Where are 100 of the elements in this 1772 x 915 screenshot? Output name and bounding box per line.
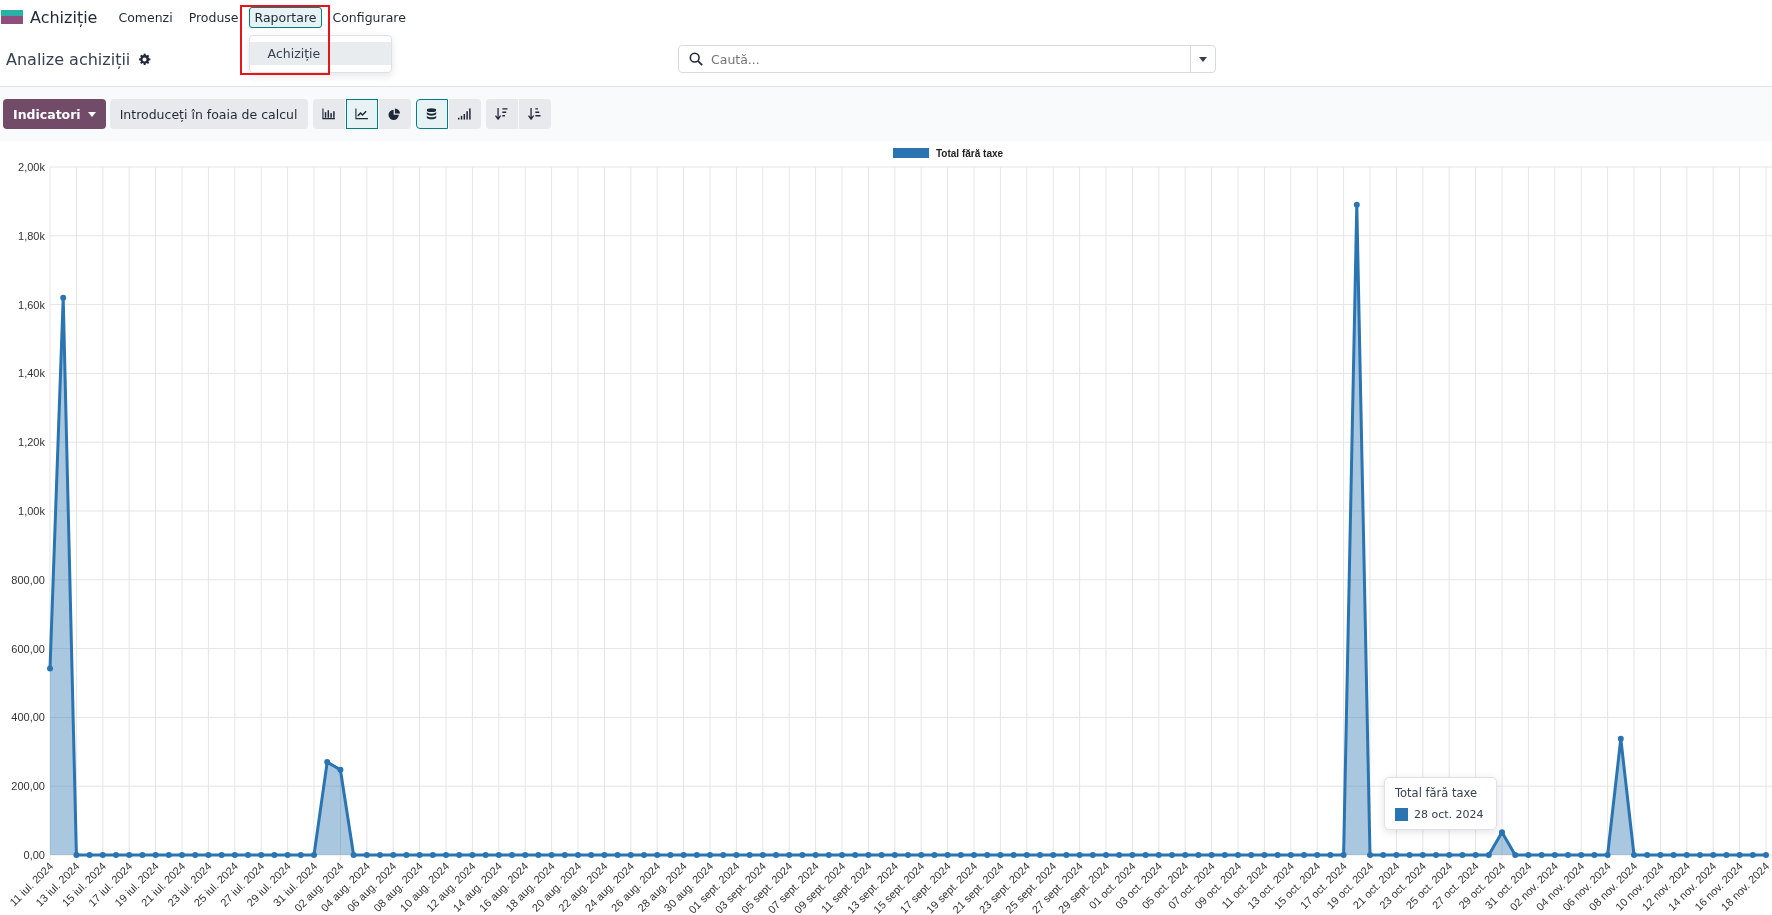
data-point[interactable] [1459,852,1466,858]
data-point[interactable] [588,852,595,858]
data-point[interactable] [350,852,357,858]
data-point[interactable] [258,852,265,858]
data-point[interactable] [456,852,463,858]
data-point[interactable] [1248,852,1255,858]
data-point[interactable] [746,852,753,858]
data-point[interactable] [337,766,344,773]
data-point[interactable] [390,852,397,858]
data-point[interactable] [152,852,159,858]
data-point[interactable] [1010,852,1017,858]
data-point[interactable] [1472,852,1479,858]
data-point[interactable] [680,852,687,858]
data-point[interactable] [1169,852,1175,858]
data-point[interactable] [1353,201,1360,208]
data-point[interactable] [1406,852,1413,858]
data-point[interactable] [971,852,977,858]
data-point[interactable] [799,852,806,858]
data-point[interactable] [601,852,608,858]
data-point[interactable] [139,852,146,858]
data-point[interactable] [1723,852,1730,858]
data-point[interactable] [482,852,489,858]
data-point[interactable] [733,852,740,858]
bar-view-button[interactable] [312,99,345,129]
data-point[interactable] [1485,852,1492,858]
data-point[interactable] [1063,852,1070,858]
data-point[interactable] [324,759,331,766]
insert-spreadsheet-button[interactable]: Introduceți în foaia de calcul [109,99,308,129]
data-point[interactable] [627,852,634,858]
menu-item[interactable]: Comenzi [112,6,179,28]
data-point[interactable] [1261,852,1268,858]
data-point[interactable] [641,852,647,858]
pie-view-button[interactable] [378,99,411,129]
data-point[interactable] [878,852,885,858]
data-point[interactable] [786,852,793,858]
data-point[interactable] [1129,852,1136,858]
data-point[interactable] [1749,852,1756,858]
data-point[interactable] [614,852,621,858]
data-point[interactable] [1446,852,1453,858]
menu-item[interactable]: Produse [182,6,245,28]
data-point[interactable] [231,852,238,858]
measures-button[interactable]: Indicatori [3,99,106,129]
data-point[interactable] [60,294,67,301]
stacked-view-button[interactable] [415,99,448,129]
data-point[interactable] [1565,852,1571,858]
cumulative-view-button[interactable] [448,99,481,129]
data-point[interactable] [1736,852,1743,858]
search-field[interactable]: Caută... [678,45,1216,73]
data-point[interactable] [1710,852,1717,858]
data-point[interactable] [918,852,925,858]
data-point[interactable] [1274,852,1281,858]
data-point[interactable] [825,852,832,858]
data-point[interactable] [773,852,779,858]
gear-icon[interactable] [138,52,152,66]
data-point[interactable] [113,852,119,858]
data-point[interactable] [1155,852,1162,858]
data-point[interactable] [984,852,991,858]
data-point[interactable] [86,852,93,858]
data-point[interactable] [1287,852,1294,858]
menu-item[interactable]: Raportare [248,6,323,28]
data-point[interactable] [284,852,291,858]
data-point[interactable] [891,852,898,858]
data-point[interactable] [495,852,502,858]
data-point[interactable] [1578,852,1585,858]
data-point[interactable] [1340,852,1347,858]
data-point[interactable] [1076,852,1083,858]
data-point[interactable] [469,852,476,858]
data-point[interactable] [1023,852,1030,858]
data-point[interactable] [1380,852,1387,858]
data-point[interactable] [1221,852,1228,858]
dropdown-item[interactable]: Achiziție [249,41,391,65]
data-point[interactable] [1314,852,1321,858]
data-point[interactable] [1538,852,1545,858]
data-point[interactable] [575,852,581,858]
data-point[interactable] [1142,852,1149,858]
data-point[interactable] [192,852,199,858]
data-point[interactable] [1499,829,1505,836]
data-point[interactable] [205,852,212,858]
data-point[interactable] [548,852,555,858]
data-point[interactable] [1604,852,1611,858]
data-point[interactable] [865,852,872,858]
data-point[interactable] [1591,852,1598,858]
menu-item[interactable]: Configurare [326,6,412,28]
data-point[interactable] [1683,852,1690,858]
data-point[interactable] [443,852,449,858]
data-point[interactable] [944,852,951,858]
data-point[interactable] [1657,852,1664,858]
data-point[interactable] [297,852,304,858]
data-point[interactable] [654,852,661,858]
data-point[interactable] [1512,852,1519,858]
data-point[interactable] [1327,852,1334,858]
data-point[interactable] [1089,852,1096,858]
data-point[interactable] [165,852,172,858]
data-point[interactable] [720,852,727,858]
data-point[interactable] [693,852,700,858]
data-point[interactable] [311,852,317,858]
data-point[interactable] [1208,852,1215,858]
data-point[interactable] [429,852,436,858]
data-point[interactable] [377,852,383,858]
legend-swatch[interactable] [893,148,929,158]
